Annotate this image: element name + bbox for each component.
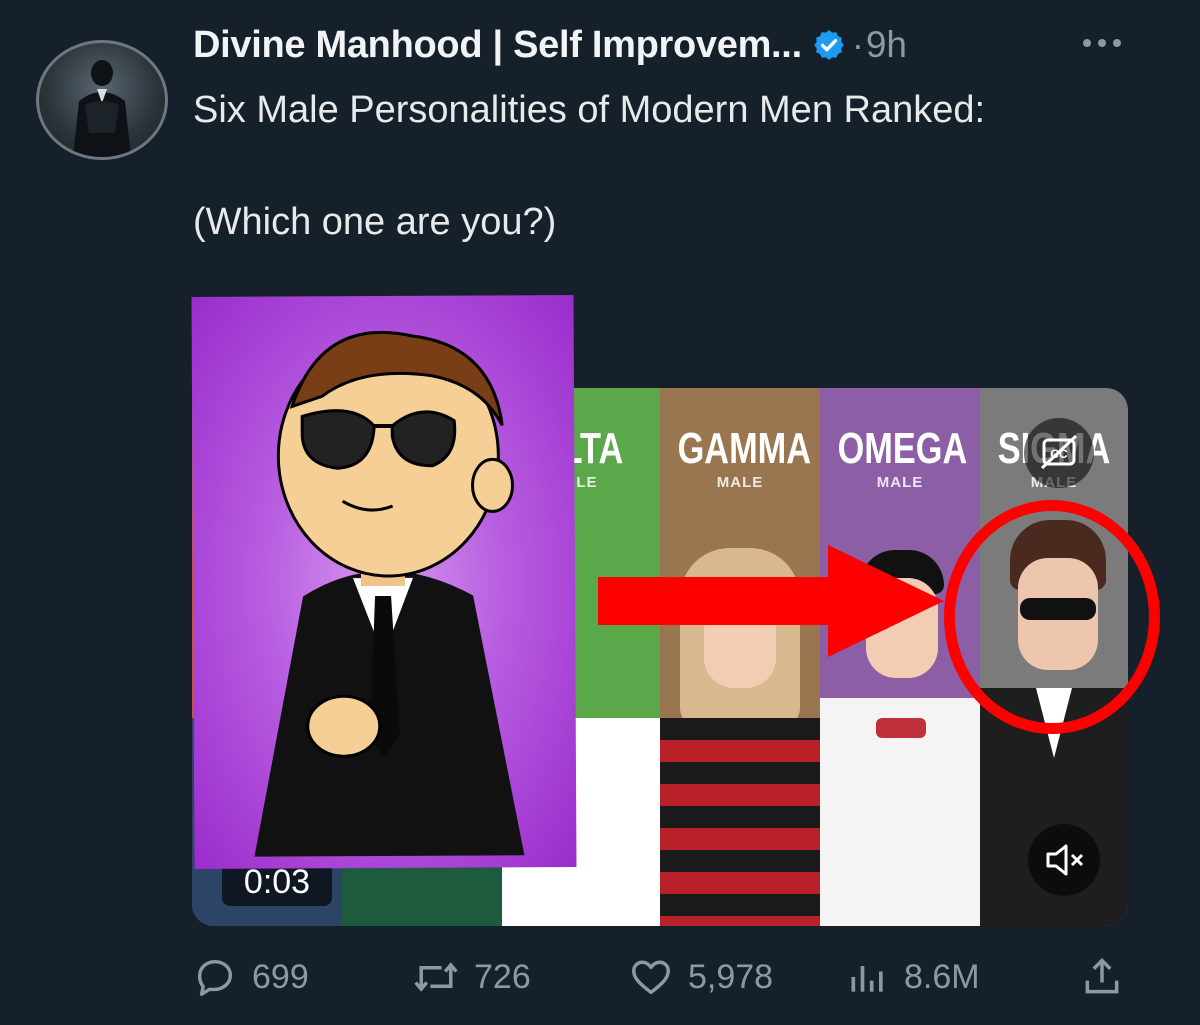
panel-title: OMEGA (837, 424, 968, 473)
views-chart-icon (851, 966, 883, 992)
tweet[interactable]: Divine Manhood | Self Improvem... · 9h S… (0, 0, 1200, 1025)
repost-count: 726 (474, 957, 531, 996)
author-avatar[interactable] (36, 40, 168, 160)
red-arrow-annotation (598, 545, 944, 657)
tweet-text: Six Male Personalities of Modern Men Ran… (193, 82, 1153, 250)
views-count: 8.6M (904, 957, 980, 996)
reply-button[interactable]: 699 (192, 950, 309, 1004)
overlay-cartoon-image (191, 295, 577, 869)
closed-captions-button[interactable]: CC (1024, 418, 1094, 488)
header-separator: · (851, 24, 864, 65)
tweet-text-line: Six Male Personalities of Modern Men Ran… (193, 89, 986, 131)
panel-subtitle: MALE (876, 474, 924, 491)
repost-icon (414, 962, 458, 992)
cartoon-man-illustration (254, 331, 525, 857)
reply-count: 699 (252, 957, 309, 996)
avatar-silhouette-icon (73, 60, 131, 157)
share-button[interactable] (1080, 950, 1138, 1004)
repost-button[interactable]: 726 (412, 950, 531, 1004)
tweet-header: Divine Manhood | Self Improvem... · 9h (193, 16, 907, 74)
panel-subtitle: MALE (716, 474, 764, 491)
speaker-muted-icon (1046, 844, 1084, 876)
views-button[interactable]: 8.6M (846, 950, 980, 1004)
video-panel-gamma: GAMMA MALE (660, 388, 820, 926)
author-display-name[interactable]: Divine Manhood | Self Improvem... (193, 24, 802, 67)
share-icon (1085, 958, 1119, 994)
verified-badge-icon (813, 30, 844, 60)
mute-button[interactable] (1028, 824, 1100, 896)
panel-title: GAMMA (677, 424, 812, 473)
closed-captions-off-icon: CC (1040, 434, 1078, 470)
tweet-timestamp[interactable]: 9h (866, 24, 907, 66)
tweet-text-line: (Which one are you?) (193, 201, 557, 243)
tweet-action-bar: 699 726 5,978 8.6M (192, 950, 1128, 1004)
more-horizontal-icon[interactable] (1080, 28, 1124, 58)
like-button[interactable]: 5,978 (628, 950, 773, 1004)
like-count: 5,978 (688, 957, 774, 996)
red-circle-annotation (944, 500, 1160, 734)
reply-icon (197, 959, 233, 996)
heart-icon (632, 960, 670, 995)
